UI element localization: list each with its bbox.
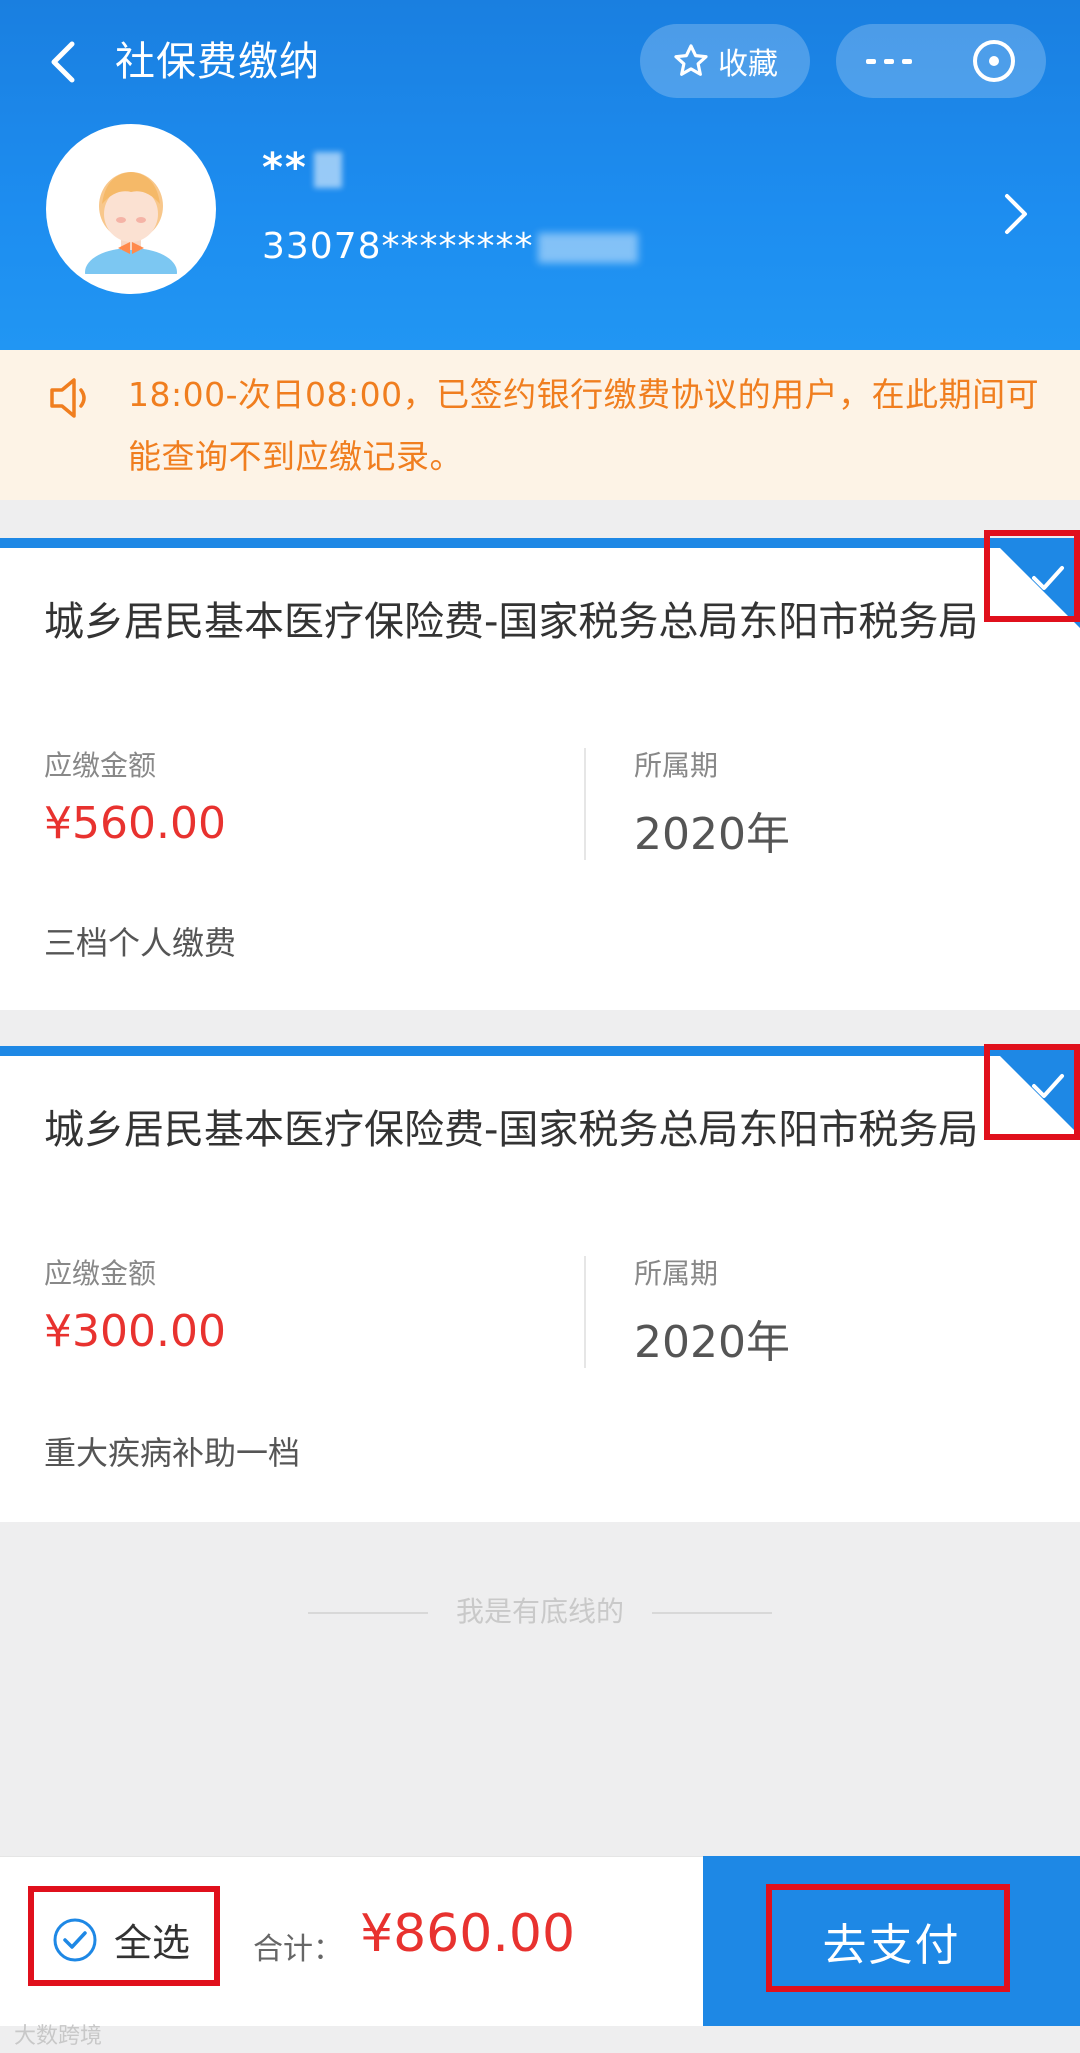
amount-label: 应缴金额 [44,1257,157,1290]
user-name: ** [262,145,342,191]
divider [652,1612,772,1614]
favorite-button[interactable]: 收藏 [640,24,810,98]
header-bar: 社保费缴纳 收藏 ** 33078******** [0,0,1080,350]
divider [307,1612,428,1614]
id-mask [537,233,638,263]
amount-label: 应缴金额 [44,749,157,782]
chevron-right-icon [1005,194,1027,234]
name-mask [313,152,342,188]
more-dots-icon [865,59,912,64]
period-label: 所属期 [634,749,719,782]
card-description: 重大疾病补助一档 [44,1434,301,1472]
period-value: 2020年 [634,1317,790,1368]
avatar-illustration-icon [85,172,177,274]
mini-app-capsule [836,24,1046,98]
highlight-box [766,1884,1010,1992]
favorite-label: 收藏 [718,47,778,82]
end-text: 我是有底线的 [455,1595,624,1628]
card-description: 三档个人缴费 [44,924,237,962]
payment-card[interactable]: 城乡居民基本医疗保险费-国家税务总局东阳市税务局 应缴金额 ¥560.00 所属… [0,538,1080,1010]
highlight-box [984,1044,1080,1140]
close-circle-icon [972,40,1015,82]
more-button[interactable] [836,24,941,98]
list-end-indicator: 我是有底线的 [0,1590,1080,1630]
user-id-number: 33078******** [262,226,638,267]
notice-text: 18:00-次日08:00，已签约银行缴费协议的用户，在此期间可能查询不到应缴记… [128,375,1040,476]
amount-value: ¥300.00 [44,1306,226,1357]
divider [584,748,586,860]
card-title: 城乡居民基本医疗保险费-国家税务总局东阳市税务局 [44,1107,979,1153]
avatar [46,124,216,294]
highlight-box [28,1886,220,1986]
period-label: 所属期 [634,1257,719,1290]
back-button[interactable] [38,34,88,90]
total-amount: ¥860.00 [360,1904,576,1964]
highlight-box [984,530,1080,622]
card-title: 城乡居民基本医疗保险费-国家税务总局东阳市税务局 [44,599,979,645]
watermark: 大数跨境 [14,2024,103,2049]
total-label: 合计： [253,1932,343,1967]
payment-card[interactable]: 城乡居民基本医疗保险费-国家税务总局东阳市税务局 应缴金额 ¥300.00 所属… [0,1046,1080,1522]
user-detail-button[interactable] [994,186,1038,242]
star-icon [674,44,708,76]
close-button[interactable] [941,24,1046,98]
back-arrow-icon [51,41,75,83]
divider [584,1256,586,1368]
speaker-icon [50,378,86,418]
amount-value: ¥560.00 [44,798,226,849]
page-title: 社保费缴纳 [115,39,320,85]
bottom-strip [0,2026,1080,2053]
period-value: 2020年 [634,809,790,860]
